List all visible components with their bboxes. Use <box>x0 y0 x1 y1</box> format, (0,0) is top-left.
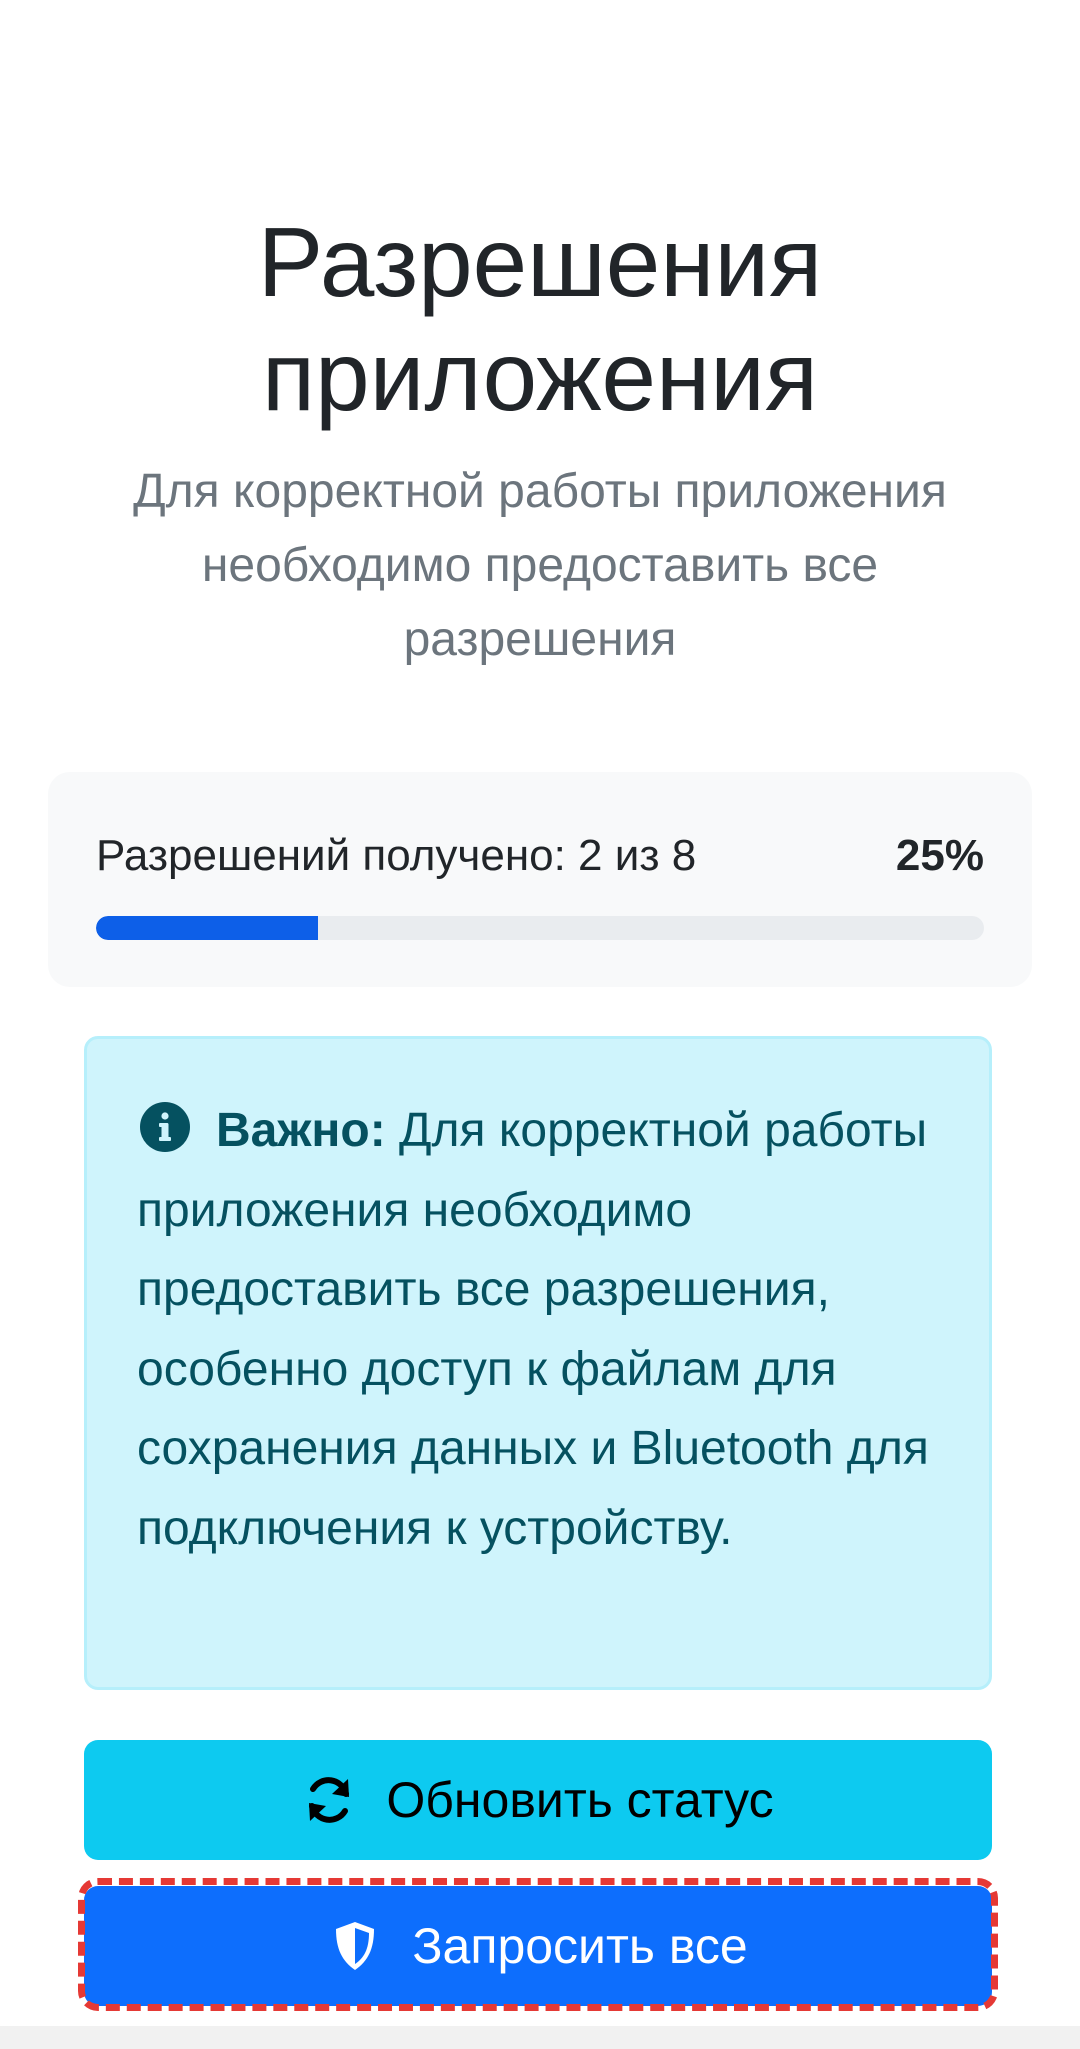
permissions-screen: Разрешения приложения Для корректной раб… <box>0 0 1080 2049</box>
progress-bar-fill <box>96 916 318 940</box>
bottom-edge <box>0 2026 1080 2049</box>
progress-label: Разрешений получено: 2 из 8 <box>96 831 697 880</box>
progress-percent: 25% <box>895 831 984 880</box>
page-subtitle: Для корректной работы приложения необход… <box>133 465 947 666</box>
page-title: Разрешения приложения <box>257 207 823 431</box>
progress-bar <box>96 916 984 940</box>
important-alert: Важно: Для корректной работы приложения … <box>84 1036 992 1690</box>
alert-text: Для корректной работы приложения необход… <box>137 1104 929 1555</box>
shield-icon <box>336 1922 375 1970</box>
refresh-status-button[interactable]: Обновить статус <box>84 1740 992 1860</box>
request-all-button[interactable]: Запросить все <box>84 1886 992 2006</box>
alert-strong-label: Важно: <box>216 1104 386 1157</box>
progress-card: Разрешений получено: 2 из 8 25% <box>48 772 1032 987</box>
refresh-icon <box>309 1777 350 1823</box>
info-circle-icon <box>140 1102 190 1152</box>
refresh-status-label: Обновить статус <box>386 1772 774 1828</box>
request-all-label: Запросить все <box>412 1918 748 1974</box>
